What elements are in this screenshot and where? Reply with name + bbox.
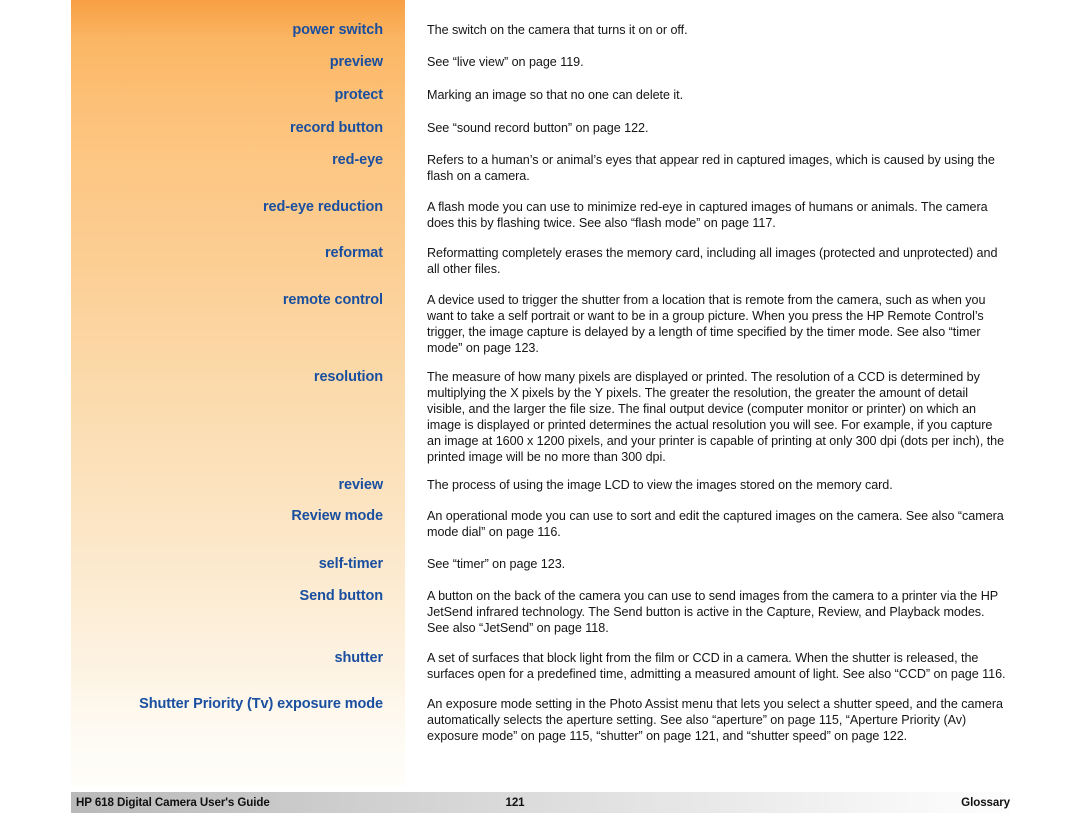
glossary-definition: A set of surfaces that block light from … <box>427 651 1006 682</box>
glossary-definition: A flash mode you can use to minimize red… <box>427 200 988 231</box>
glossary-term: protect <box>334 87 384 103</box>
glossary-term: Shutter Priority (Tv) exposure mode <box>139 696 383 712</box>
glossary-definition: The switch on the camera that turns it o… <box>427 23 688 37</box>
glossary-definition: See “sound record button” on page 122. <box>427 121 649 135</box>
glossary-term: record button <box>290 120 383 136</box>
glossary-definition: Reformatting completely erases the memor… <box>427 246 998 277</box>
glossary-term: review <box>338 477 383 493</box>
glossary-definition: See “timer” on page 123. <box>427 557 566 571</box>
glossary-term: Review mode <box>291 508 383 524</box>
glossary-term: reformat <box>324 245 383 261</box>
glossary-definition: The process of using the image LCD to vi… <box>427 478 893 492</box>
term-column-gradient-band <box>71 0 405 786</box>
footer-section-name: Glossary <box>961 796 1010 809</box>
glossary-definition: An operational mode you can use to sort … <box>427 509 1004 540</box>
glossary-definition: Marking an image so that no one can dele… <box>427 88 684 102</box>
glossary-definition: The measure of how many pixels are displ… <box>427 370 1005 465</box>
glossary-term: preview <box>329 54 383 70</box>
glossary-term: red-eye <box>332 152 383 168</box>
glossary-term: resolution <box>313 369 383 385</box>
glossary-definition: See “live view” on page 119. <box>427 55 584 69</box>
glossary-term: self-timer <box>318 556 383 572</box>
glossary-term: remote control <box>282 292 383 308</box>
footer-document-title: HP 618 Digital Camera User's Guide <box>76 796 270 809</box>
footer-page-number: 121 <box>505 796 525 809</box>
glossary-term: shutter <box>334 650 384 666</box>
glossary-definition: Refers to a human’s or animal’s eyes tha… <box>427 153 995 184</box>
glossary-definition: A button on the back of the camera you c… <box>427 589 998 636</box>
glossary-page: power switch The switch on the camera tha… <box>0 0 1080 834</box>
glossary-term: Send button <box>299 588 384 604</box>
glossary-definition: A device used to trigger the shutter fro… <box>427 293 986 356</box>
glossary-definition: An exposure mode setting in the Photo As… <box>427 697 1003 744</box>
glossary-term: power switch <box>292 22 383 38</box>
glossary-term: red-eye reduction <box>263 199 383 215</box>
